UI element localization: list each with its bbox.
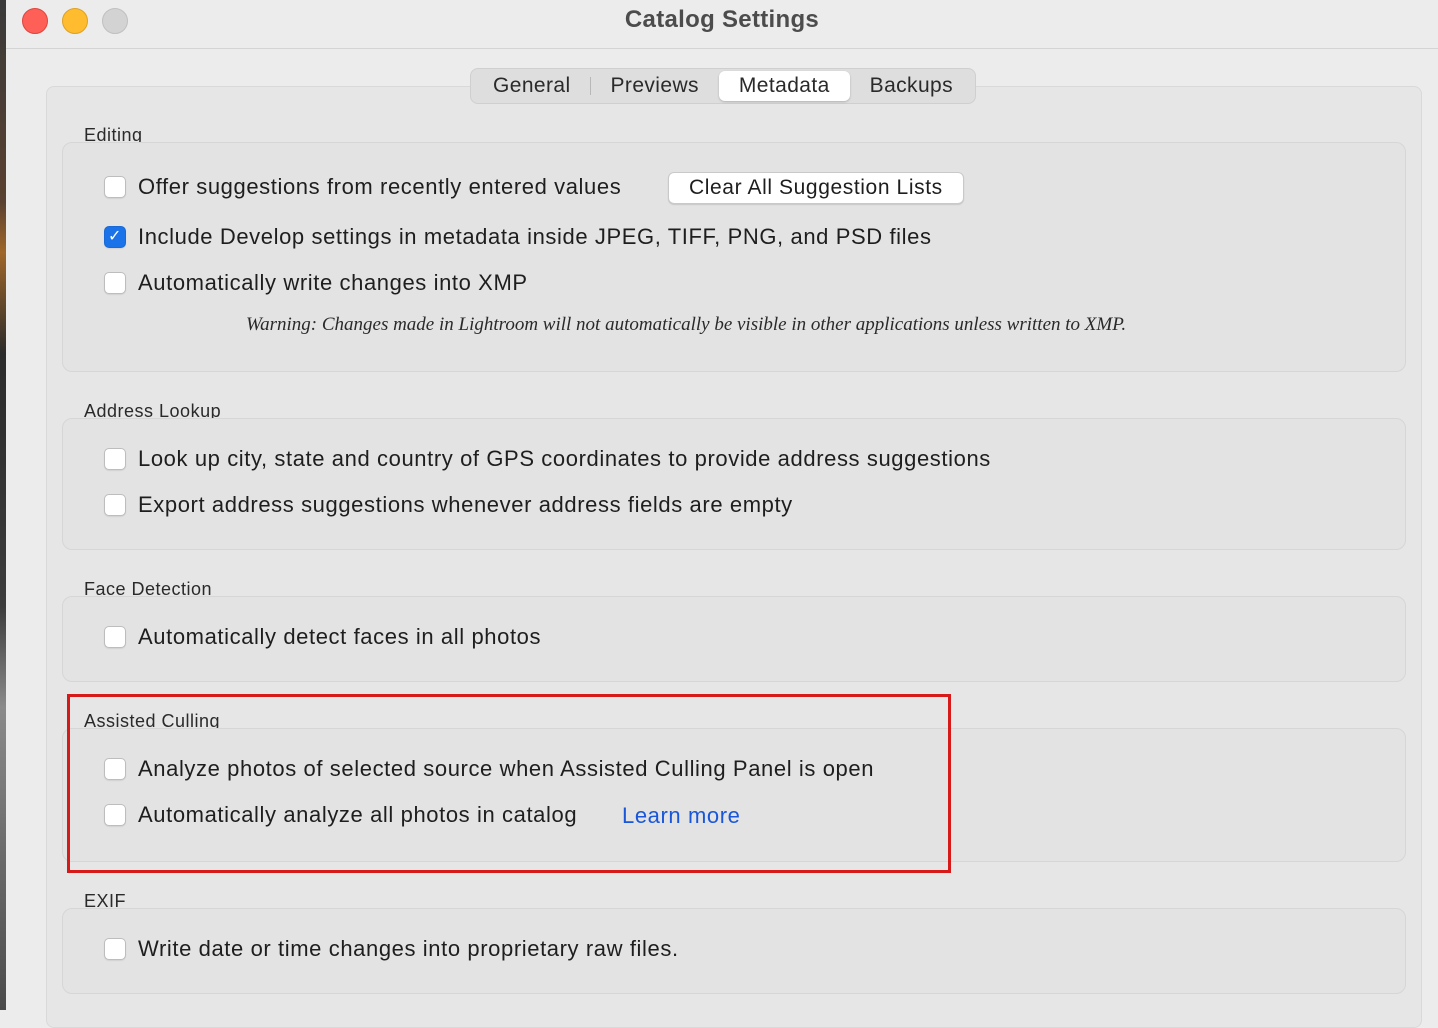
tab-bar: General Previews Metadata Backups bbox=[470, 68, 977, 104]
include-develop-label: Include Develop settings in metadata ins… bbox=[138, 224, 932, 249]
auto-write-xmp-row[interactable]: Automatically write changes into XMP bbox=[104, 270, 528, 296]
detect-faces-row[interactable]: Automatically detect faces in all photos bbox=[104, 624, 541, 650]
tab-backups[interactable]: Backups bbox=[850, 71, 973, 101]
offer-suggestions-row[interactable]: Offer suggestions from recently entered … bbox=[104, 174, 621, 200]
auto-write-xmp-label: Automatically write changes into XMP bbox=[138, 270, 528, 295]
xmp-warning-text: Warning: Changes made in Lightroom will … bbox=[246, 314, 1127, 335]
export-suggestions-row[interactable]: Export address suggestions whenever addr… bbox=[104, 492, 793, 518]
export-suggestions-label: Export address suggestions whenever addr… bbox=[138, 492, 793, 517]
window-title: Catalog Settings bbox=[624, 6, 820, 33]
address-lookup-group bbox=[62, 418, 1406, 550]
gps-lookup-checkbox[interactable] bbox=[104, 448, 126, 470]
include-develop-row[interactable]: ✓ Include Develop settings in metadata i… bbox=[104, 224, 932, 250]
checkmark-icon: ✓ bbox=[107, 228, 122, 245]
tab-previews[interactable]: Previews bbox=[591, 71, 719, 101]
detect-faces-label: Automatically detect faces in all photos bbox=[138, 624, 542, 649]
clear-all-suggestion-lists-button[interactable]: Clear All Suggestion Lists bbox=[668, 172, 964, 204]
offer-suggestions-label: Offer suggestions from recently entered … bbox=[138, 174, 622, 199]
auto-write-xmp-checkbox[interactable] bbox=[104, 272, 126, 294]
annotation-highlight-box bbox=[67, 694, 951, 873]
tab-general[interactable]: General bbox=[473, 71, 591, 101]
include-develop-checkbox[interactable]: ✓ bbox=[104, 226, 126, 248]
write-date-row[interactable]: Write date or time changes into propriet… bbox=[104, 936, 679, 962]
catalog-settings-window: Catalog Settings General Previews Metada… bbox=[6, 0, 1438, 1028]
title-bar: Catalog Settings bbox=[6, 0, 1438, 49]
gps-lookup-row[interactable]: Look up city, state and country of GPS c… bbox=[104, 446, 991, 472]
write-date-checkbox[interactable] bbox=[104, 938, 126, 960]
tab-metadata[interactable]: Metadata bbox=[718, 71, 850, 101]
export-suggestions-checkbox[interactable] bbox=[104, 494, 126, 516]
write-date-label: Write date or time changes into propriet… bbox=[138, 936, 679, 961]
gps-lookup-label: Look up city, state and country of GPS c… bbox=[138, 446, 991, 471]
offer-suggestions-checkbox[interactable] bbox=[104, 176, 126, 198]
detect-faces-checkbox[interactable] bbox=[104, 626, 126, 648]
